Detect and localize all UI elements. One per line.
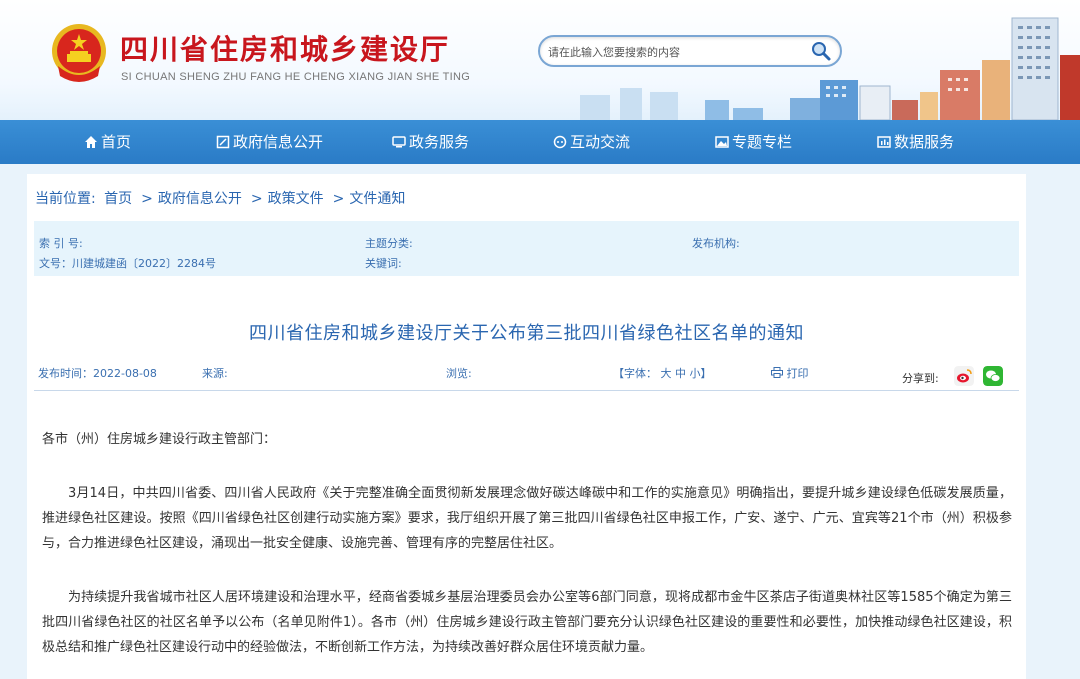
print-label: 打印 (786, 367, 809, 380)
share-label: 分享到: (902, 372, 939, 385)
paragraph-2: 为持续提升我省城市社区人居环境建设和治理水平，经商省委城乡基层治理委员会办公室等… (42, 590, 1012, 655)
font-small-button[interactable]: 小 (690, 367, 701, 380)
nav-item-services[interactable]: 政务服务 (392, 120, 469, 164)
home-icon (85, 136, 97, 148)
breadcrumb-separator: > (250, 191, 263, 207)
index-number-label: 索 引 号: (39, 237, 83, 250)
breadcrumb-home[interactable]: 首页 (104, 191, 132, 207)
wechat-icon[interactable] (983, 366, 1003, 386)
source-label: 来源: (202, 367, 228, 380)
site-subtitle: SI CHUAN SHENG ZHU FANG HE CHENG XIANG J… (121, 71, 471, 83)
salutation: 各市（州）住房城乡建设行政主管部门： (42, 432, 277, 447)
nav-item-gov-info[interactable]: 政府信息公开 (216, 120, 323, 164)
nav-label: 首页 (101, 133, 132, 151)
breadcrumb-prefix: 当前位置: (35, 191, 96, 207)
subject-label: 主题分类: (365, 237, 413, 250)
site-header: 四川省住房和城乡建设厅 SI CHUAN SHENG ZHU FANG HE C… (0, 0, 1080, 120)
nav-label: 政务服务 (409, 133, 470, 151)
breadcrumb-separator: > (332, 191, 345, 207)
publisher-label: 发布机构: (692, 237, 740, 250)
article-title: 四川省住房和城乡建设厅关于公布第三批四川省绿色社区名单的通知 (249, 323, 804, 344)
main-nav: 首页 政府信息公开 政务服务 互动交流 专题专栏 数据服务 (0, 120, 1080, 164)
document-meta: 索 引 号: 主题分类: 发布机构: 文号：川建城建函〔2022〕2284号 关… (34, 221, 1019, 276)
nav-item-interaction[interactable]: 互动交流 (553, 120, 630, 164)
title-divider (34, 390, 1019, 391)
breadcrumb-gov-info[interactable]: 政府信息公开 (158, 191, 242, 207)
site-title: 四川省住房和城乡建设厅 (120, 33, 451, 66)
nav-item-topics[interactable]: 专题专栏 (715, 120, 792, 164)
edit-icon (216, 135, 230, 149)
font-size-control: 【字体： 大 中 小】 (613, 365, 712, 381)
paragraph-1: 3月14日，中共四川省委、四川省人民政府《关于完整准确全面贯彻新发展理念做好碳达… (42, 486, 1012, 551)
nav-label: 政府信息公开 (233, 133, 324, 151)
nav-label: 数据服务 (894, 133, 955, 151)
nav-label: 专题专栏 (732, 133, 793, 151)
content-panel: 当前位置: 首页 > 政府信息公开 > 政策文件 > 文件通知 索 引 号: 主题分类: 发… (27, 174, 1026, 679)
publish-time: 发布时间：2022-08-08 (38, 367, 157, 380)
image-icon (715, 136, 729, 148)
chat-icon (553, 135, 567, 149)
breadcrumb-policy[interactable]: 政策文件 (268, 191, 324, 207)
skyline-illustration (580, 17, 1080, 120)
nav-label: 互动交流 (570, 133, 631, 151)
font-size-label: 【字体： (613, 367, 657, 380)
data-icon (877, 136, 891, 148)
doc-number: 文号：川建城建函〔2022〕2284号 (39, 257, 216, 270)
nav-item-data[interactable]: 数据服务 (877, 120, 954, 164)
monitor-icon (392, 136, 406, 148)
national-emblem-icon[interactable] (50, 22, 108, 84)
breadcrumb-separator: > (141, 191, 153, 207)
weibo-icon[interactable] (954, 366, 974, 386)
keywords-label: 关键词: (365, 257, 402, 270)
printer-icon (771, 367, 783, 378)
font-size-close: 】 (700, 367, 712, 380)
breadcrumb: 当前位置: 首页 > 政府信息公开 > 政策文件 > 文件通知 (35, 188, 409, 208)
views-label: 浏览: (446, 367, 472, 380)
font-medium-button[interactable]: 中 (675, 367, 686, 380)
breadcrumb-notice[interactable]: 文件通知 (349, 191, 405, 207)
print-button[interactable]: 打印 (771, 365, 809, 381)
font-large-button[interactable]: 大 (661, 367, 672, 380)
nav-item-home[interactable]: 首页 (84, 120, 131, 164)
